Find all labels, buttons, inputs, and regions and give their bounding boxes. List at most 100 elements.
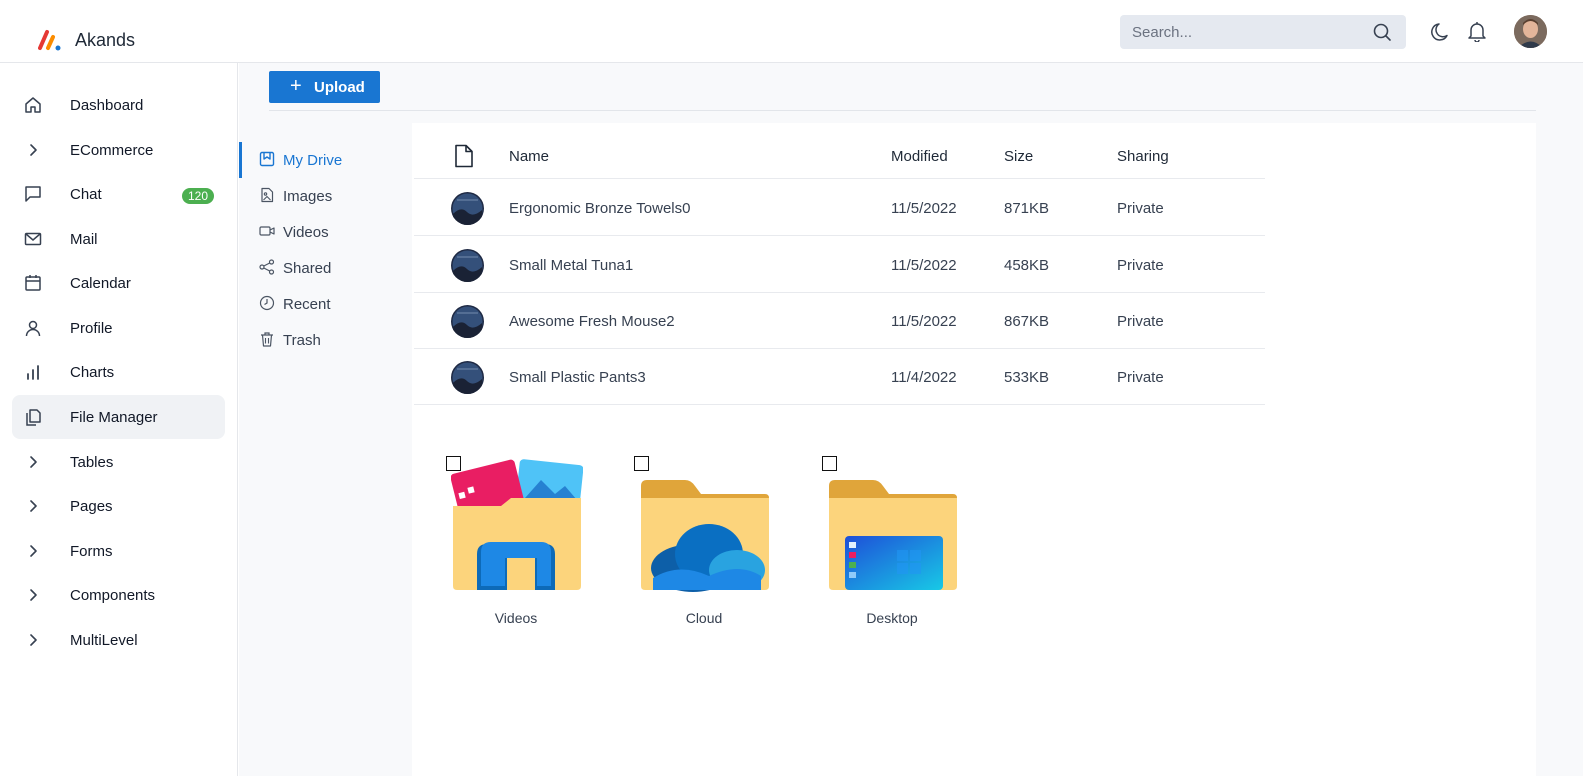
folder-checkbox[interactable]	[446, 456, 461, 471]
file-name: Small Metal Tuna1	[509, 257, 634, 274]
video-icon	[259, 226, 275, 236]
drive-nav-recent[interactable]: Recent	[239, 284, 409, 320]
table-row[interactable]: Small Plastic Pants3 11/4/2022 533KB Pri…	[414, 349, 1265, 405]
sidebar-item-components[interactable]: Components	[12, 573, 225, 617]
mail-icon	[24, 232, 42, 246]
file-modified: 11/5/2022	[891, 313, 957, 330]
avatar-image	[1514, 15, 1547, 48]
drive-nav-label: Recent	[283, 296, 331, 313]
plus-icon: +	[290, 75, 302, 97]
sidebar-item-ecommerce[interactable]: ECommerce	[12, 128, 225, 172]
desktop-folder-icon	[829, 480, 957, 590]
sidebar-item-tables[interactable]: Tables	[12, 440, 225, 484]
bookmark-icon	[259, 151, 275, 167]
file-sharing: Private	[1117, 313, 1164, 330]
column-separator	[876, 180, 878, 235]
bar-chart-icon	[27, 365, 39, 380]
file-size: 867KB	[1004, 313, 1050, 330]
chevron-right-icon	[30, 634, 37, 646]
column-separator	[989, 180, 991, 235]
upload-button[interactable]: + Upload	[269, 71, 380, 103]
sidebar-item-label: Chat	[70, 186, 102, 203]
sidebar-item-dashboard[interactable]: Dashboard	[12, 83, 225, 127]
folder-checkbox[interactable]	[634, 456, 649, 471]
column-separator	[989, 349, 991, 404]
file-thumbnail	[451, 249, 484, 282]
file-thumbnail	[451, 192, 484, 225]
folder-videos[interactable]: Videos	[441, 452, 591, 632]
file-size: 871KB	[1004, 200, 1050, 217]
search-box[interactable]	[1120, 15, 1406, 49]
drive-nav-label: Shared	[283, 260, 332, 277]
file-modified: 11/4/2022	[891, 369, 957, 386]
search-input[interactable]	[1132, 22, 1362, 42]
sidebar-item-label: Dashboard	[70, 97, 144, 114]
logo-icon	[38, 30, 61, 51]
folder-desktop[interactable]: Desktop	[817, 452, 967, 632]
column-separator	[876, 131, 878, 178]
file-modified: 11/5/2022	[891, 200, 957, 217]
sidebar-item-chat[interactable]: Chat 120	[12, 172, 225, 216]
sidebar-item-label: File Manager	[70, 409, 158, 426]
cloud-folder-icon	[641, 480, 769, 592]
moon-icon[interactable]	[1430, 21, 1452, 43]
file-sharing: Private	[1117, 257, 1164, 274]
file-icon	[455, 144, 473, 168]
chevron-right-icon	[30, 144, 37, 156]
folder-cloud[interactable]: Cloud	[629, 452, 779, 632]
files-icon	[26, 409, 41, 426]
column-separator	[1103, 131, 1105, 178]
sidebar-item-label: Forms	[70, 543, 113, 560]
table-row[interactable]: Ergonomic Bronze Towels0 11/5/2022 871KB…	[414, 180, 1265, 236]
column-header-sharing[interactable]: Sharing	[1117, 148, 1169, 165]
file-size: 458KB	[1004, 257, 1050, 274]
drive-nav-shared[interactable]: Shared	[239, 248, 409, 284]
column-separator	[989, 131, 991, 178]
drive-nav-videos[interactable]: Videos	[239, 212, 409, 248]
sidebar-item-mail[interactable]: Mail	[12, 217, 225, 261]
column-header-modified[interactable]: Modified	[891, 148, 948, 165]
drive-nav-trash[interactable]: Trash	[239, 320, 409, 356]
folder-checkbox[interactable]	[822, 456, 837, 471]
bell-icon[interactable]	[1466, 20, 1488, 42]
sidebar-item-calendar[interactable]: Calendar	[12, 261, 225, 305]
drive-nav-my-drive[interactable]: My Drive	[239, 140, 409, 178]
chevron-right-icon	[30, 456, 37, 468]
sidebar-item-label: Components	[70, 587, 156, 604]
column-separator	[989, 293, 991, 348]
sidebar-item-profile[interactable]: Profile	[12, 306, 225, 350]
sidebar-item-multilevel[interactable]: MultiLevel	[12, 618, 225, 662]
videos-folder-icon	[451, 459, 583, 590]
sidebar-item-forms[interactable]: Forms	[12, 529, 225, 573]
home-icon	[25, 97, 41, 113]
sidebar-item-label: ECommerce	[70, 142, 154, 159]
sidebar-item-label: Mail	[70, 231, 98, 248]
top-header: Akands	[0, 0, 1583, 63]
chevron-right-icon	[30, 545, 37, 557]
file-name: Small Plastic Pants3	[509, 369, 646, 386]
file-size: 533KB	[1004, 369, 1050, 386]
chat-count-badge: 120	[182, 188, 215, 204]
drive-nav-images[interactable]: Images	[239, 176, 409, 212]
sidebar-item-label: Calendar	[70, 275, 131, 292]
column-header-size[interactable]: Size	[1004, 148, 1033, 165]
brand-name: Akands	[75, 30, 136, 50]
sidebar-item-label: MultiLevel	[70, 632, 138, 649]
share-icon	[259, 259, 275, 275]
search-icon[interactable]	[1372, 22, 1392, 42]
drive-nav-label: My Drive	[283, 152, 343, 169]
chevron-right-icon	[30, 500, 37, 512]
upload-button-label: Upload	[314, 79, 365, 96]
image-icon	[261, 187, 274, 203]
file-sharing: Private	[1117, 369, 1164, 386]
column-header-name[interactable]: Name	[509, 148, 549, 165]
sidebar-item-file-manager[interactable]: File Manager	[12, 395, 225, 439]
sidebar-item-charts[interactable]: Charts	[12, 350, 225, 394]
file-name: Awesome Fresh Mouse2	[509, 313, 675, 330]
sidebar: Dashboard ECommerce Chat 120 Mail Calend…	[0, 63, 238, 776]
user-avatar[interactable]	[1514, 15, 1547, 48]
table-row[interactable]: Small Metal Tuna1 11/5/2022 458KB Privat…	[414, 237, 1265, 293]
sidebar-item-label: Pages	[70, 498, 113, 515]
table-row[interactable]: Awesome Fresh Mouse2 11/5/2022 867KB Pri…	[414, 293, 1265, 349]
sidebar-item-pages[interactable]: Pages	[12, 484, 225, 528]
